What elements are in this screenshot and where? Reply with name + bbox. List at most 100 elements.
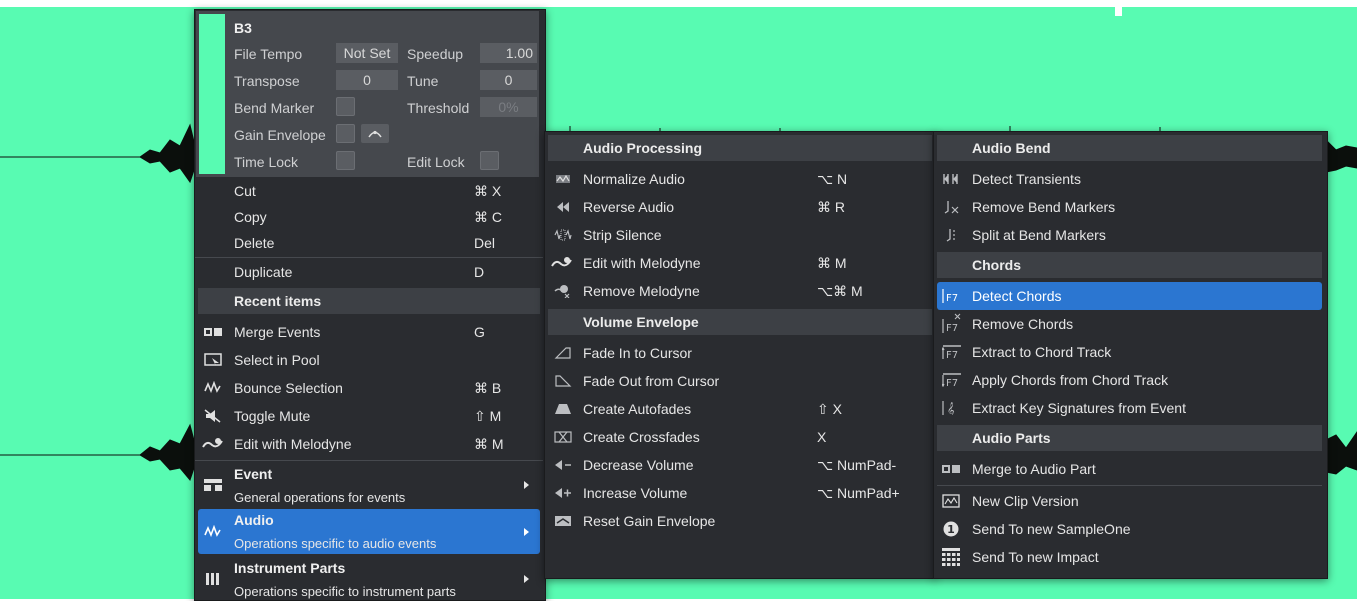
menu-item-send-to-new-sampleone[interactable]: 1 Send To new SampleOne [934, 515, 1325, 543]
instrument-icon [204, 572, 222, 586]
menu-item-label: Copy [234, 209, 267, 225]
menu-item-extract-key-signatures[interactable]: 𝄞 Extract Key Signatures from Event [934, 394, 1325, 422]
svg-text:F7: F7 [946, 323, 958, 333]
menu-item-reset-gain-envelope[interactable]: Reset Gain Envelope [545, 507, 933, 535]
context-menu-audio-extended: Audio Bend Detect Transients Remove Bend… [933, 131, 1328, 579]
menu-item-strip-silence[interactable]: Strip Silence [545, 221, 933, 249]
menu-item-label: Delete [234, 235, 275, 251]
menu-item-delete[interactable]: Delete Del [195, 229, 543, 257]
transpose-label: Transpose [234, 73, 300, 89]
normalize-icon [554, 172, 572, 186]
menu-item-label: Strip Silence [583, 227, 662, 243]
shortcut: G [474, 324, 485, 340]
menu-item-cut[interactable]: Cut ⌘ X [195, 177, 543, 205]
envelope-curve-icon [368, 130, 382, 138]
menu-item-extract-to-chord-track[interactable]: F7 Extract to Chord Track [934, 338, 1325, 366]
menu-item-create-crossfades[interactable]: Create Crossfades X [545, 423, 933, 451]
time-lock-checkbox[interactable] [336, 151, 355, 170]
gain-envelope-edit-button[interactable] [361, 124, 389, 143]
divider [195, 460, 543, 461]
shortcut: ⌘ X [474, 183, 502, 199]
speedup-field[interactable]: 1.00 [480, 43, 537, 63]
menu-item-label: Merge to Audio Part [972, 461, 1096, 477]
submenu-instrument-parts[interactable]: Instrument Parts Operations specific to … [195, 556, 543, 601]
file-tempo-field[interactable]: Not Set [336, 43, 398, 63]
menu-item-detect-chords[interactable]: F7 Detect Chords [937, 282, 1322, 310]
menu-item-create-autofades[interactable]: Create Autofades ⇧ X [545, 395, 933, 423]
menu-item-label: Fade Out from Cursor [583, 373, 720, 389]
menu-item-label: Remove Bend Markers [972, 199, 1116, 215]
shortcut: ⇧ M [474, 408, 502, 424]
bend-marker-checkbox[interactable] [336, 97, 355, 116]
menu-item-label: New Clip Version [972, 493, 1079, 509]
menu-item-toggle-mute[interactable]: Toggle Mute ⇧ M [195, 402, 543, 430]
chords-header: Chords [937, 252, 1322, 278]
event-color-swatch[interactable] [199, 14, 225, 174]
svg-text:1: 1 [947, 523, 955, 536]
merge-audio-part-icon [942, 462, 960, 476]
menu-item-edit-with-melodyne[interactable]: Edit with Melodyne ⌘ M [545, 249, 933, 277]
menu-item-label: Decrease Volume [583, 457, 694, 473]
extract-chord-icon: F7 [942, 345, 962, 359]
context-menu-audio: Audio Processing Normalize Audio ⌥ N Rev… [544, 131, 936, 579]
menu-item-label: Select in Pool [234, 352, 320, 368]
edit-lock-checkbox[interactable] [480, 151, 499, 170]
menu-item-fade-out-from-cursor[interactable]: Fade Out from Cursor [545, 367, 933, 395]
menu-item-remove-bend-markers[interactable]: Remove Bend Markers [934, 193, 1325, 221]
menu-item-normalize-audio[interactable]: Normalize Audio ⌥ N [545, 165, 933, 193]
menu-item-label: Normalize Audio [583, 171, 685, 187]
section-title: Recent items [234, 293, 322, 309]
transpose-field[interactable]: 0 [336, 70, 398, 90]
remove-chords-icon: F7 [942, 313, 962, 333]
shortcut: ⌘ R [817, 199, 845, 215]
submenu-description: Operations specific to instrument parts [234, 584, 456, 599]
menu-item-merge-to-audio-part[interactable]: Merge to Audio Part [934, 455, 1325, 483]
menu-item-new-clip-version[interactable]: New Clip Version [934, 487, 1325, 515]
menu-item-label: Reset Gain Envelope [583, 513, 716, 529]
menu-item-label: Increase Volume [583, 485, 688, 501]
menu-item-bounce-selection[interactable]: Bounce Selection ⌘ B [195, 374, 543, 402]
menu-item-label: Reverse Audio [583, 199, 675, 215]
context-menu-main: B3 File Tempo Not Set Speedup 1.00 Trans… [194, 9, 546, 601]
menu-item-apply-chords-from-chord-track[interactable]: F7 Apply Chords from Chord Track [934, 366, 1325, 394]
menu-item-label: Create Crossfades [583, 429, 700, 445]
menu-item-increase-volume[interactable]: Increase Volume ⌥ NumPad+ [545, 479, 933, 507]
remove-melodyne-icon [554, 284, 572, 298]
menu-item-edit-with-melodyne[interactable]: Edit with Melodyne ⌘ M [195, 430, 543, 458]
menu-item-label: Detect Chords [972, 288, 1062, 304]
impact-icon [942, 548, 960, 566]
file-tempo-label: File Tempo [234, 46, 303, 62]
menu-item-fade-in-to-cursor[interactable]: Fade In to Cursor [545, 339, 933, 367]
menu-item-split-at-bend-markers[interactable]: Split at Bend Markers [934, 221, 1325, 249]
menu-item-label: Split at Bend Markers [972, 227, 1106, 243]
fade-out-icon [554, 374, 572, 388]
menu-item-label: Duplicate [234, 264, 293, 280]
menu-item-duplicate[interactable]: Duplicate D [195, 258, 543, 286]
merge-events-icon [204, 325, 222, 339]
menu-item-remove-melodyne[interactable]: Remove Melodyne ⌥⌘ M [545, 277, 933, 305]
chevron-right-icon [524, 575, 529, 583]
menu-item-detect-transients[interactable]: Detect Transients [934, 165, 1325, 193]
menu-item-copy[interactable]: Copy ⌘ C [195, 203, 543, 231]
svg-text:F7: F7 [946, 350, 958, 359]
menu-item-decrease-volume[interactable]: Decrease Volume ⌥ NumPad- [545, 451, 933, 479]
menu-item-label: Send To new SampleOne [972, 521, 1131, 537]
submenu-event[interactable]: Event General operations for events [195, 462, 543, 507]
menu-item-merge-events[interactable]: Merge Events G [195, 318, 543, 346]
menu-item-label: Remove Chords [972, 316, 1074, 332]
submenu-audio[interactable]: Audio Operations specific to audio event… [198, 509, 540, 554]
menu-item-send-to-new-impact[interactable]: Send To new Impact [934, 543, 1325, 571]
key-signature-icon: 𝄞 [942, 401, 962, 415]
submenu-title: Instrument Parts [234, 560, 346, 576]
menu-item-select-in-pool[interactable]: Select in Pool [195, 346, 543, 374]
bend-marker-label: Bend Marker [234, 100, 315, 116]
reverse-icon [554, 200, 572, 214]
threshold-field[interactable]: 0% [480, 97, 537, 117]
svg-text:F7: F7 [946, 293, 958, 303]
shortcut: ⌥ NumPad- [817, 457, 897, 473]
tune-field[interactable]: 0 [480, 70, 537, 90]
menu-item-remove-chords[interactable]: F7 Remove Chords [934, 310, 1325, 338]
menu-item-reverse-audio[interactable]: Reverse Audio ⌘ R [545, 193, 933, 221]
gain-envelope-checkbox[interactable] [336, 124, 355, 143]
section-title: Audio Bend [972, 140, 1051, 156]
